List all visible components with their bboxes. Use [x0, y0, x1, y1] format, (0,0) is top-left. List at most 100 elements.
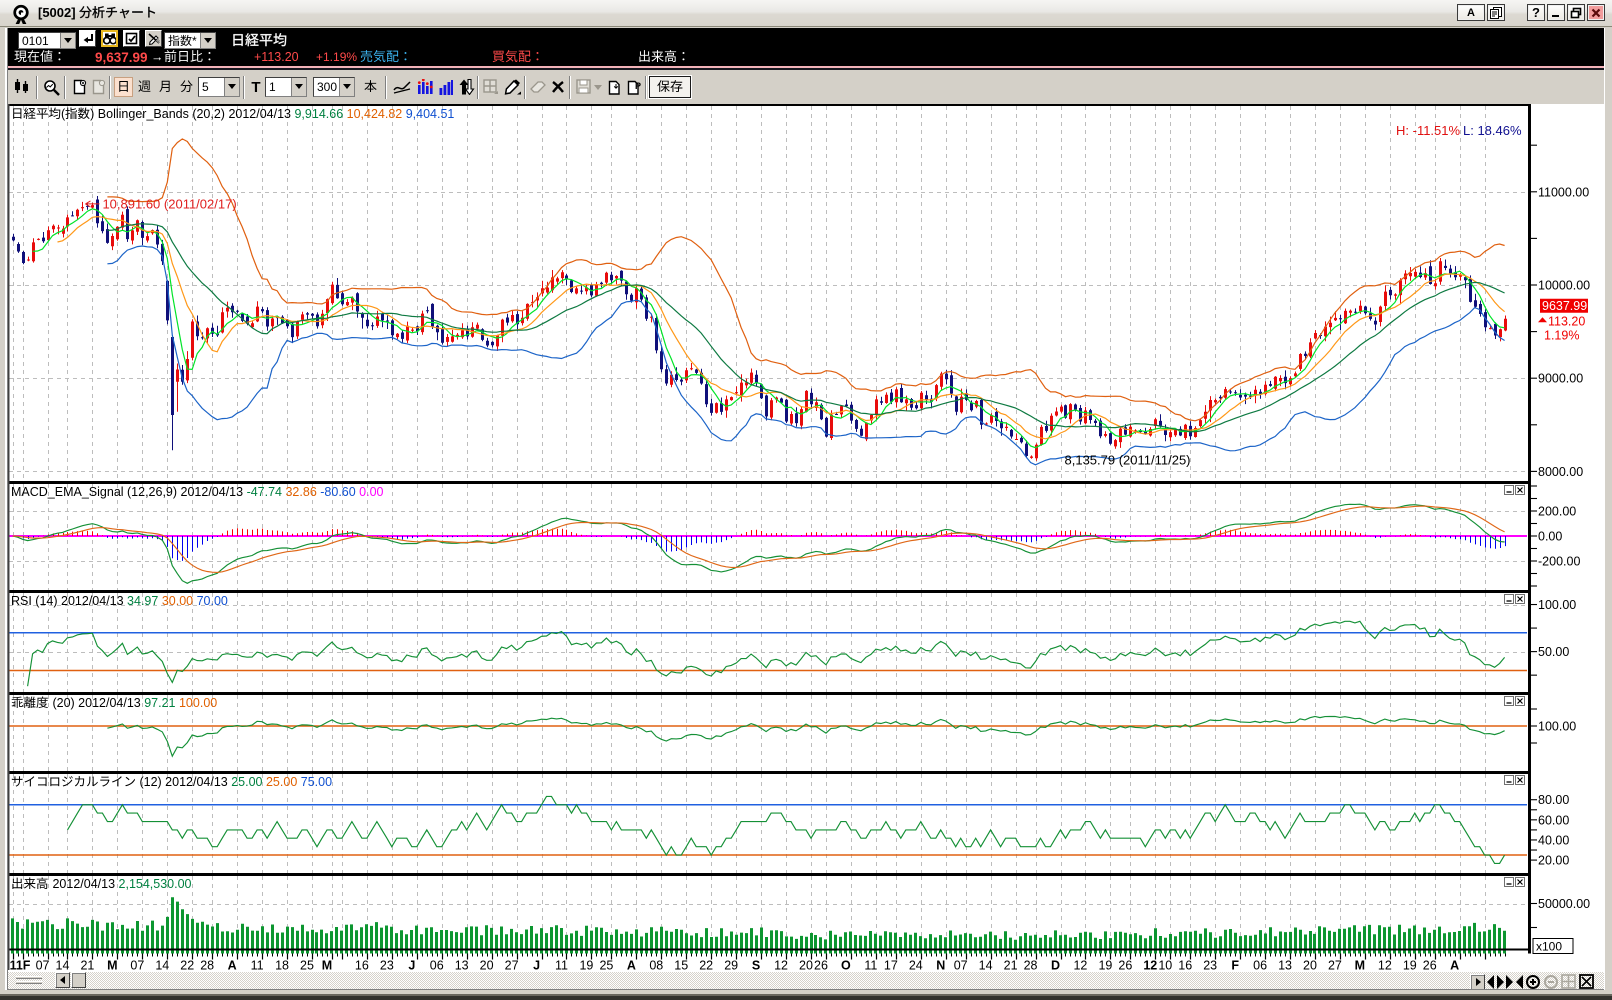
period-day-label — [117, 78, 130, 96]
help-button[interactable]: ? — [1527, 4, 1545, 21]
bars-count-dropdown[interactable] — [339, 78, 354, 96]
tick-dropdown[interactable] — [291, 78, 306, 96]
bars-unit-label — [360, 77, 380, 98]
panel-minimize-button[interactable] — [1505, 486, 1514, 495]
current-price-label — [14, 50, 66, 66]
period-minute-button[interactable] — [177, 77, 196, 97]
text-segment — [164, 50, 216, 64]
panel-minimize-button[interactable] — [1505, 776, 1514, 785]
enter-arrow-icon — [81, 33, 94, 45]
volume-bars-button[interactable] — [436, 77, 456, 98]
period-week-button[interactable] — [135, 77, 154, 97]
text-run: 34.97 — [127, 594, 162, 608]
text-segment: 0.00 — [359, 485, 383, 499]
minimize-button[interactable] — [1547, 4, 1565, 21]
close-button[interactable] — [1587, 4, 1605, 21]
text-run: MACD_EMA_Signal (12,26,9) 2012/04/13 — [11, 485, 247, 499]
text-segment: [5002] — [38, 5, 157, 20]
category-combo[interactable]: * — [164, 32, 216, 49]
page-p-button[interactable]: P — [624, 77, 644, 98]
expand-horizontal-icon[interactable] — [1487, 975, 1504, 989]
x-axis-label: 25 — [300, 959, 314, 973]
minute-interval-combo[interactable]: 5 — [198, 77, 240, 97]
y-axis-label: 40.00 — [1538, 833, 1569, 847]
quote-row-symbol: 0101 * — [8, 30, 1606, 49]
text-run: 100.00 — [179, 696, 217, 710]
minute-interval-dropdown[interactable] — [224, 78, 239, 96]
scroll-left-button[interactable] — [55, 972, 70, 988]
period-month-button[interactable] — [156, 77, 175, 97]
panel-title-kairi: (20) 2012/04/13 97.21 100.00 — [11, 696, 217, 711]
page-down-button[interactable] — [604, 77, 624, 98]
panel-minimize-button[interactable] — [1505, 697, 1514, 706]
panel-close-button[interactable] — [1516, 697, 1525, 706]
delete-all-button[interactable] — [548, 77, 568, 98]
scroll-grip[interactable] — [16, 981, 42, 984]
close-panel-icon[interactable] — [1579, 974, 1595, 990]
text-segment: * — [168, 34, 197, 48]
jp-text-run — [364, 80, 377, 96]
text-segment: 32.86 — [285, 485, 320, 499]
horizontal-scrollbar[interactable] — [8, 972, 1604, 989]
title-bar[interactable]: [5002] A ? — [0, 0, 1612, 27]
chart-canvas[interactable]: 10,891.60 (2011/02/17)8,135.79 (2011/11/… — [0, 103, 1612, 972]
quote-row-values: 9,637.99 → +113.20 +1.19% — [8, 49, 1606, 66]
x-axis-label: 26 — [1423, 959, 1437, 973]
draw-tool-button[interactable] — [502, 77, 522, 98]
restore-button[interactable] — [1567, 4, 1585, 21]
panel-border — [8, 104, 1531, 106]
font-button[interactable]: A — [1457, 4, 1485, 21]
updown-arrows-button[interactable] — [456, 77, 476, 98]
copy-button[interactable] — [1487, 4, 1505, 21]
tick-label: T — [246, 77, 266, 98]
symbol-code-dropdown[interactable] — [60, 33, 75, 48]
jp-text-run — [11, 107, 61, 122]
panel-close-button[interactable] — [1516, 595, 1525, 604]
new-page-button[interactable] — [69, 77, 89, 98]
line-chart-button[interactable] — [392, 77, 412, 98]
candlestick-tool-button[interactable] — [11, 77, 31, 98]
no-draw-button[interactable] — [145, 30, 162, 47]
panel-minimize-button[interactable] — [1505, 595, 1514, 604]
play-button[interactable] — [1470, 974, 1485, 990]
text-run: RSI (14) 2012/04/13 — [11, 594, 127, 608]
separator — [477, 76, 479, 99]
panel-close-button[interactable] — [1516, 776, 1525, 785]
up-down-arrows-icon — [458, 79, 475, 95]
x-axis-label: A — [627, 959, 636, 973]
x-axis-label: 23 — [380, 959, 394, 973]
tick-combo[interactable]: 1 — [265, 77, 307, 97]
text-segment: 75.00 — [301, 775, 332, 789]
volume-baseline — [8, 949, 1531, 951]
save-image-button-disabled — [576, 77, 602, 98]
text-segment: RSI (14) 2012/04/13 — [11, 594, 127, 608]
zoom-tool-button[interactable] — [41, 77, 63, 98]
quote-header: 0101 * 9,637.99 → +113.20 +1.19% — [8, 28, 1606, 66]
bars-count-combo[interactable]: 300 — [313, 77, 355, 97]
edit-registration-button[interactable] — [123, 30, 140, 47]
magnifier-icon — [43, 79, 61, 96]
collapse-horizontal-icon[interactable] — [1506, 975, 1523, 989]
panel-close-button[interactable] — [1516, 878, 1525, 887]
bars-count-value: 300 — [317, 80, 337, 94]
panel-close-button[interactable] — [1516, 486, 1525, 495]
save-button[interactable] — [649, 76, 691, 98]
enter-button[interactable] — [79, 30, 96, 47]
search-button[interactable] — [101, 30, 118, 47]
x-axis-label: O — [841, 959, 851, 973]
x-axis-label: 11 — [555, 959, 568, 973]
scroll-thumb[interactable] — [71, 972, 86, 988]
zoom-in-icon[interactable] — [1525, 974, 1541, 990]
panel-minimize-button[interactable] — [1505, 878, 1514, 887]
restore-icon — [1570, 7, 1582, 19]
colored-bars-button[interactable] — [415, 77, 435, 98]
chart-area[interactable]: 10,891.60 (2011/02/17)8,135.79 (2011/11/… — [0, 103, 1612, 972]
period-day-button[interactable] — [114, 77, 133, 97]
x-axis-label: 25 — [599, 959, 613, 973]
text-segment: 2012/04/13 — [11, 877, 119, 891]
minimize-icon — [1551, 8, 1561, 18]
svg-text:P: P — [635, 81, 641, 91]
category-dropdown[interactable] — [200, 33, 215, 48]
symbol-code-combo[interactable]: 0101 — [18, 32, 76, 49]
scroll-grip[interactable] — [16, 976, 42, 979]
